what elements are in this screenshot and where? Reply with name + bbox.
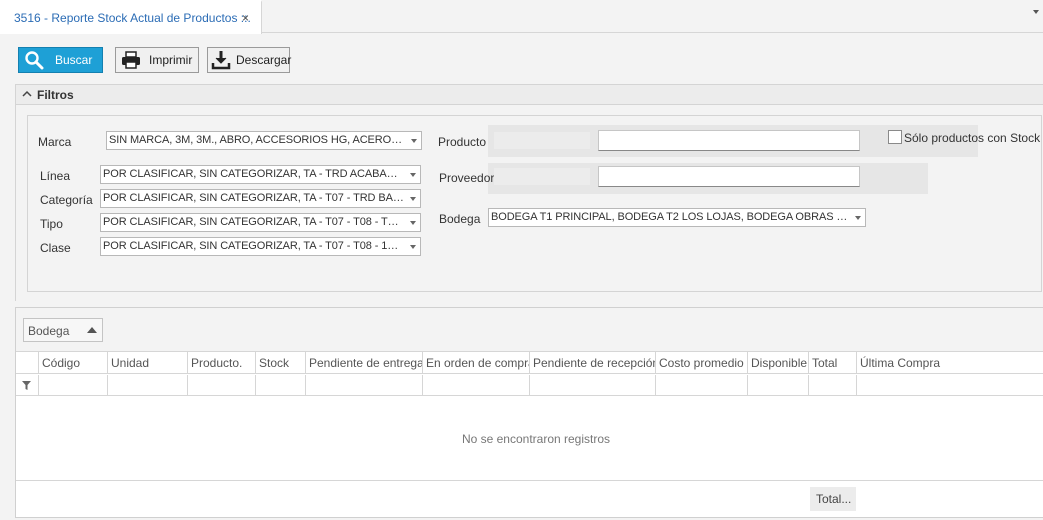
empty-message: No se encontraron registros [461, 432, 611, 446]
printer-icon [122, 51, 140, 69]
categoria-combo[interactable]: POR CLASIFICAR, SIN CATEGORIZAR, TA - T0… [100, 189, 421, 208]
filter-cell-stock[interactable] [255, 375, 305, 396]
filter-cell-total[interactable] [808, 375, 856, 396]
column-header-pendiente-entrega[interactable]: Pendiente de entrega [305, 352, 422, 374]
column-header-stock[interactable]: Stock [255, 352, 305, 374]
descargar-label: Descargar [236, 53, 292, 67]
tab-list-dropdown-icon[interactable] [1033, 10, 1039, 14]
linea-label: Línea [40, 169, 71, 183]
filter-cell-costo-promedio[interactable] [655, 375, 747, 396]
filter-cell-ultima-compra[interactable] [856, 375, 1043, 396]
filtros-title: Filtros [37, 88, 74, 102]
filter-cell-disponible[interactable] [747, 375, 808, 396]
tab-bar: 3516 - Reporte Stock Actual de Productos… [0, 0, 1043, 34]
imprimir-label: Imprimir [149, 53, 193, 67]
filter-cell-codigo[interactable] [38, 375, 107, 396]
tipo-label: Tipo [40, 217, 63, 231]
group-panel: Bodega [16, 308, 1043, 352]
solo-stock-label: Sólo productos con Stock [904, 131, 1041, 145]
filter-row [16, 375, 1043, 396]
descargar-button[interactable]: Descargar [207, 47, 292, 73]
download-icon [211, 51, 231, 70]
producto-label: Producto [438, 135, 487, 149]
bodega-label: Bodega [439, 212, 481, 226]
filter-cell-pendiente-entrega[interactable] [305, 375, 422, 396]
column-header-ultima-compra[interactable]: Última Compra [856, 352, 1043, 374]
marca-value: SIN MARCA, 3M, 3M., ABRO, ACCESORIOS HG,… [109, 134, 405, 146]
tab-reporte-stock[interactable]: 3516 - Reporte Stock Actual de Productos… [0, 0, 262, 34]
column-header-unidad[interactable]: Unidad [107, 352, 187, 374]
tipo-value: POR CLASIFICAR, SIN CATEGORIZAR, TA - T0… [103, 216, 404, 228]
chevron-down-icon [410, 221, 416, 225]
proveedor-code-field[interactable] [494, 168, 590, 185]
tipo-combo[interactable]: POR CLASIFICAR, SIN CATEGORIZAR, TA - T0… [100, 213, 421, 232]
chevron-down-icon [410, 245, 416, 249]
summary-footer: Total... [16, 480, 1043, 517]
clase-combo[interactable]: POR CLASIFICAR, SIN CATEGORIZAR, TA - T0… [100, 237, 421, 256]
marca-combo[interactable]: SIN MARCA, 3M, 3M., ABRO, ACCESORIOS HG,… [106, 131, 422, 150]
clase-value: POR CLASIFICAR, SIN CATEGORIZAR, TA - T0… [103, 240, 404, 252]
buscar-button[interactable]: Buscar [18, 47, 103, 73]
producto-code-field[interactable] [494, 132, 590, 149]
column-header-producto[interactable]: Producto. [187, 352, 255, 374]
linea-value: POR CLASIFICAR, SIN CATEGORIZAR, TA - TR… [103, 168, 404, 180]
column-header-en-orden-compra[interactable]: En orden de compra [422, 352, 529, 374]
filter-cell-producto[interactable] [187, 375, 255, 396]
total-summary-cell[interactable]: Total... [810, 487, 856, 511]
sort-ascending-icon [87, 327, 97, 333]
column-header-pendiente-recepcion[interactable]: Pendiente de recepción [529, 352, 655, 374]
column-header-disponible[interactable]: Disponible [747, 352, 808, 374]
chevron-down-icon [410, 173, 416, 177]
filter-icon[interactable] [22, 381, 31, 390]
column-header-costo-promedio[interactable]: Costo promedio [655, 352, 747, 374]
filter-cell-unidad[interactable] [107, 375, 187, 396]
solo-stock-checkbox[interactable] [888, 130, 902, 144]
group-chip-label: Bodega [28, 324, 70, 338]
column-header-codigo[interactable]: Código [38, 352, 108, 374]
tab-title: 3516 - Reporte Stock Actual de Productos… [14, 11, 251, 25]
categoria-value: POR CLASIFICAR, SIN CATEGORIZAR, TA - T0… [103, 192, 404, 204]
column-headers: Código Unidad Producto. Stock Pendiente … [16, 352, 1043, 374]
total-summary-label: Total... [816, 492, 852, 506]
categoria-label: Categoría [40, 193, 93, 207]
group-chip-bodega[interactable]: Bodega [23, 318, 103, 342]
filter-cell-en-orden-compra[interactable] [422, 375, 529, 396]
filter-cell-pendiente-recepcion[interactable] [529, 375, 655, 396]
proveedor-label: Proveedor [439, 171, 495, 185]
close-icon[interactable]: × [242, 11, 249, 25]
chevron-down-icon [410, 197, 416, 201]
chevron-down-icon [411, 139, 417, 143]
proveedor-field[interactable] [598, 166, 860, 187]
producto-field[interactable] [598, 130, 860, 151]
buscar-label: Buscar [55, 53, 93, 67]
chevron-up-icon [22, 90, 32, 97]
search-icon [25, 51, 44, 70]
marca-label: Marca [38, 135, 72, 149]
column-header-total[interactable]: Total [808, 352, 856, 374]
bodega-combo[interactable]: BODEGA T1 PRINCIPAL, BODEGA T2 LOS LOJAS… [488, 208, 866, 227]
filtros-header[interactable]: Filtros [15, 84, 1043, 105]
imprimir-button[interactable]: Imprimir [115, 47, 199, 73]
chevron-down-icon [855, 216, 861, 220]
linea-combo[interactable]: POR CLASIFICAR, SIN CATEGORIZAR, TA - TR… [100, 165, 421, 184]
bodega-value: BODEGA T1 PRINCIPAL, BODEGA T2 LOS LOJAS… [491, 211, 849, 223]
clase-label: Clase [40, 241, 71, 255]
results-grid: Bodega Código Unidad Producto. Stock Pen… [15, 307, 1043, 518]
